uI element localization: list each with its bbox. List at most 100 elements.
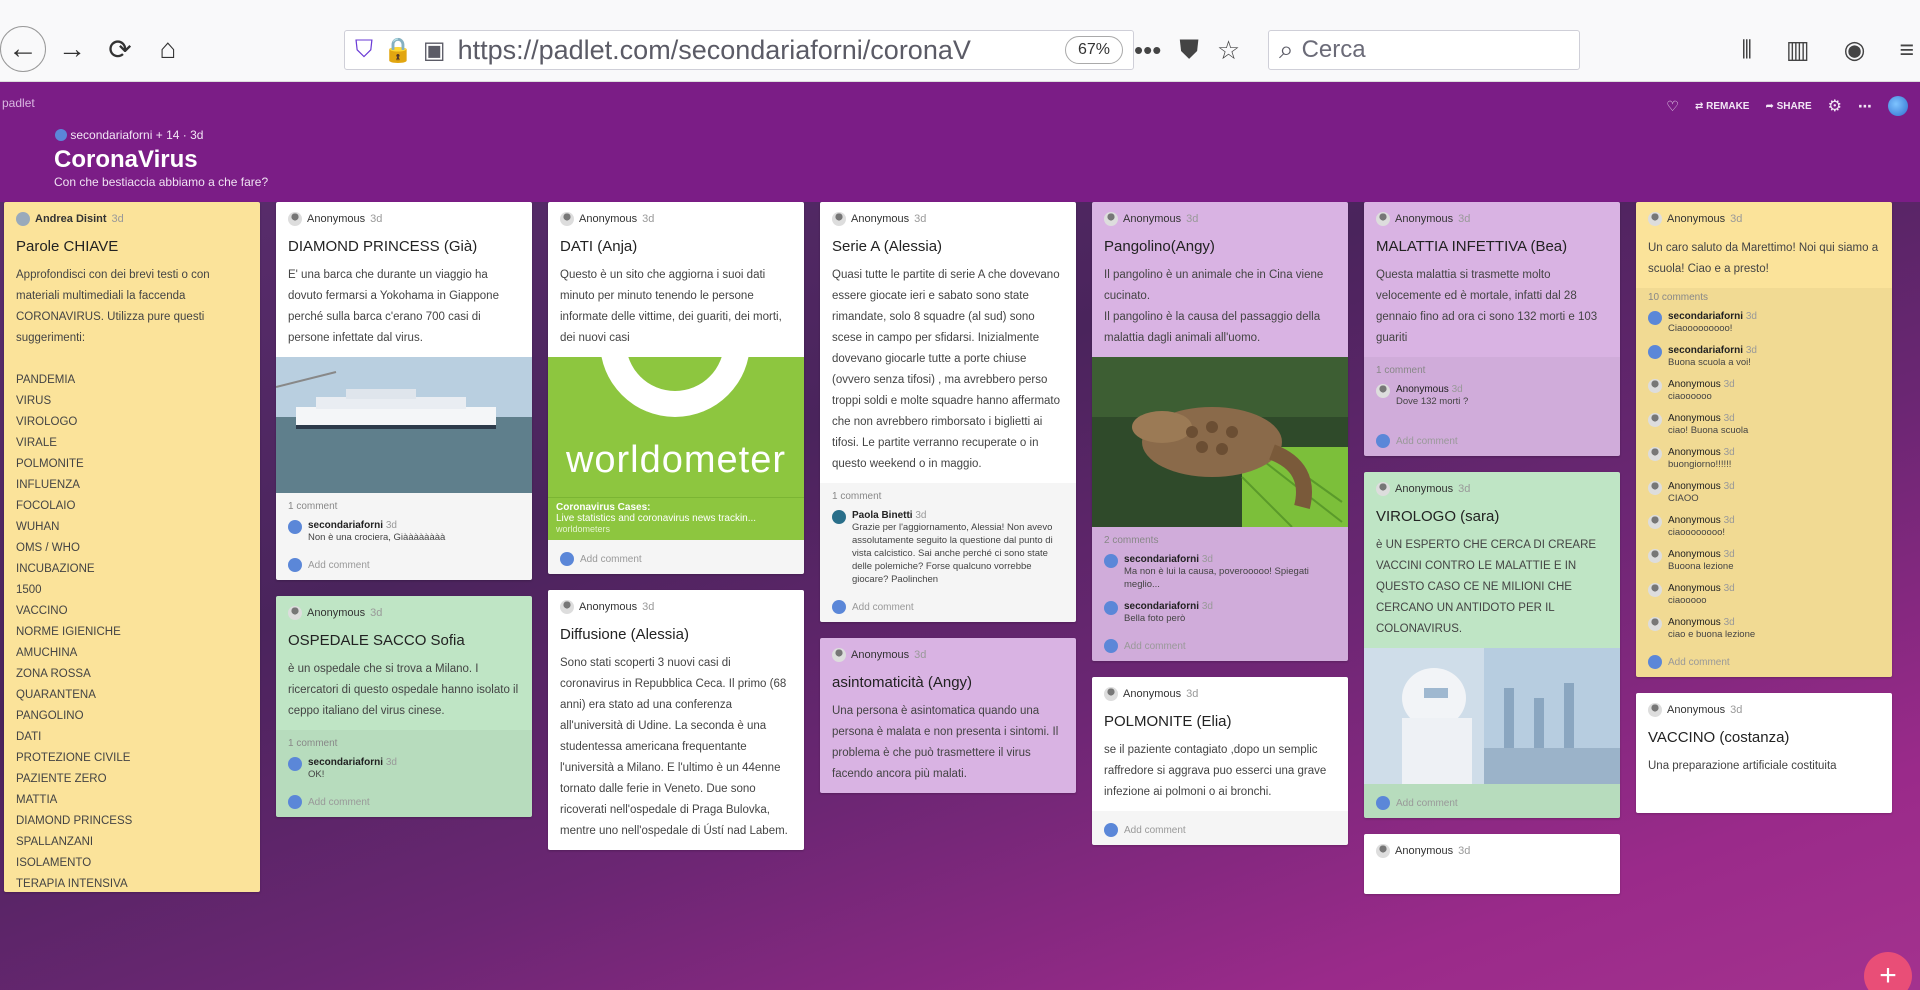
author-avatar [832, 212, 846, 226]
sidebar-icon[interactable]: ▥ [1786, 35, 1810, 65]
account-icon[interactable]: ◉ [1844, 35, 1866, 65]
post-author: Anonymous 3d [1104, 212, 1336, 226]
author-name: Andrea Disint [35, 213, 107, 225]
browser-toolbar: ← → ⟳ ⌂ ⛉ 🔒 ▣ https://padlet.com/seconda… [0, 0, 1920, 82]
add-comment-button[interactable]: Add comment [1104, 635, 1336, 653]
tracking-protection-icon[interactable]: ⛉ [355, 36, 373, 64]
comment: Anonymous 3d buongiorno!!!!!! [1648, 447, 1880, 471]
settings-gear-icon[interactable]: ⚙ [1828, 96, 1842, 116]
search-bar[interactable]: ⌕ Cerca [1268, 30, 1580, 70]
my-avatar [1376, 434, 1390, 448]
comment-text: OK! [308, 769, 325, 780]
library-icon[interactable]: ⫴ [1741, 36, 1752, 65]
commenter-name: secondariaforni [1668, 345, 1744, 356]
add-comment-button[interactable]: Add comment [1104, 819, 1336, 837]
laboratory-image[interactable] [1364, 648, 1620, 784]
comment-text: Dove 132 morti ? [1396, 396, 1469, 407]
column-3: Anonymous 3d DATI (Anja) Questo è un sito… [548, 202, 804, 866]
add-comment-button[interactable]: Add comment [560, 548, 792, 566]
user-avatar[interactable] [1888, 96, 1908, 116]
link-preview-caption[interactable]: Coronavirus Cases: Live statistics and c… [548, 497, 804, 540]
worldometer-preview[interactable]: worldometer [548, 357, 804, 497]
cruise-ship-image[interactable] [276, 357, 532, 493]
add-comment-button[interactable]: Add comment [288, 554, 520, 572]
more-icon[interactable]: ⋯ [1858, 98, 1872, 115]
post-time: 3d [1458, 213, 1471, 225]
back-button[interactable]: ← [0, 26, 46, 72]
comment-time: 3d [1723, 617, 1735, 628]
add-comment-button[interactable]: Add comment [832, 596, 1064, 614]
comment-text: Ciaooooooooo! [1668, 323, 1733, 334]
comment-text: ciao e buona lezione [1668, 629, 1756, 640]
commenter-name: Paola Binetti [852, 510, 913, 521]
pocket-icon[interactable]: ⛊ [1179, 34, 1199, 66]
post-diamond-princess[interactable]: Anonymous 3d DIAMOND PRINCESS (Già) E' un… [276, 202, 532, 580]
padlet-logo[interactable]: padlet [2, 96, 35, 110]
comment-count: 1 comment [288, 501, 338, 512]
author-avatar [1104, 212, 1118, 226]
comment-time: 3d [385, 520, 397, 531]
reload-button[interactable]: ⟳ [100, 29, 140, 69]
post-virologo[interactable]: Anonymous 3d VIROLOGO (sara) è UN ESPERTO… [1364, 472, 1620, 818]
add-comment-label: Add comment [580, 553, 642, 565]
add-comment-button[interactable]: Add comment [1376, 792, 1608, 810]
post-polmonite[interactable]: Anonymous 3d POLMONITE (Elia) se il pazie… [1092, 677, 1348, 845]
comment: Anonymous 3d Buoona lezione [1648, 549, 1880, 573]
post-parole-chiave[interactable]: Andrea Disint 3d Parole CHIAVE Approfondi… [4, 202, 260, 892]
post-ospedale-sacco[interactable]: Anonymous 3d OSPEDALE SACCO Sofia è un os… [276, 596, 532, 817]
zoom-indicator[interactable]: 67% [1065, 36, 1123, 64]
heart-icon[interactable]: ♡ [1666, 98, 1679, 115]
comments-section: 1 comment Anonymous 3d Dove 132 morti ? … [1364, 357, 1620, 456]
url-bar[interactable]: ⛉ 🔒 ▣ https://padlet.com/secondariaforni… [344, 30, 1134, 70]
comment-time: 3d [1723, 583, 1735, 594]
add-comment-button[interactable]: Add comment [288, 791, 520, 809]
comment-text: Buona scuola a voi! [1668, 357, 1751, 368]
commenter-avatar [1648, 617, 1662, 631]
menu-icon[interactable]: ≡ [1899, 36, 1914, 65]
bookmark-star-icon[interactable]: ☆ [1217, 35, 1240, 66]
url-text[interactable]: https://padlet.com/secondariaforni/coron… [458, 35, 1065, 66]
permissions-icon[interactable]: ▣ [423, 36, 446, 65]
comment-text: Bella foto però [1124, 613, 1186, 624]
page-actions-icon[interactable]: ••• [1134, 35, 1161, 66]
worldometer-logo-mark [600, 357, 750, 417]
comment-count: 1 comment [1376, 365, 1426, 376]
post-diffusione[interactable]: Anonymous 3d Diffusione (Alessia) Sono st… [548, 590, 804, 850]
remake-button[interactable]: ⇄ REMAKE [1695, 101, 1750, 112]
post-body: E' una barca che durante un viaggio ha d… [288, 269, 499, 344]
post-serie-a[interactable]: Anonymous 3d Serie A (Alessia) Quasi tutt… [820, 202, 1076, 622]
pangolin-image[interactable] [1092, 357, 1348, 527]
post-vaccino[interactable]: Anonymous 3d VACCINO (costanza) Una prepa… [1636, 693, 1892, 813]
post-pangolino[interactable]: Anonymous 3d Pangolino(Angy) Il pangolino… [1092, 202, 1348, 661]
post-time: 3d [1730, 704, 1743, 716]
post-saluto-marettimo[interactable]: Anonymous 3d Un caro saluto da Marettimo!… [1636, 202, 1892, 677]
commenter-avatar [1648, 481, 1662, 495]
home-button[interactable]: ⌂ [148, 29, 188, 69]
commenter-name: Anonymous [1668, 447, 1721, 458]
author-avatar [1376, 482, 1390, 496]
commenter-avatar [1648, 447, 1662, 461]
board-title: CoronaVirus [54, 146, 198, 173]
author-name: Anonymous [851, 213, 910, 225]
search-input[interactable]: Cerca [1302, 36, 1366, 64]
keyword-list: PANDEMIA VIRUS VIROLOGO VIRALE POLMONITE… [16, 374, 133, 890]
forward-button[interactable]: → [52, 29, 92, 69]
comment-time: 3d [1723, 379, 1735, 390]
post-dati[interactable]: Anonymous 3d DATI (Anja) Questo è un sito… [548, 202, 804, 574]
post-author: Anonymous 3d [1648, 703, 1880, 717]
post-body: se il paziente contagiato ,dopo un sempl… [1104, 744, 1327, 798]
commenter-avatar [288, 757, 302, 771]
add-comment-button[interactable]: Add comment [1376, 418, 1608, 448]
comment-time: 3d [1201, 601, 1213, 612]
post-anonymous[interactable]: Anonymous 3d [1364, 834, 1620, 894]
post-asintomaticita[interactable]: Anonymous 3d asintomaticità (Angy) Una pe… [820, 638, 1076, 793]
post-author: Anonymous 3d [560, 600, 792, 614]
comment-time: 3d [915, 510, 927, 521]
comment-time: 3d [1201, 554, 1213, 565]
post-malattia-infettiva[interactable]: Anonymous 3d MALATTIA INFETTIVA (Bea) Que… [1364, 202, 1620, 456]
add-comment-button[interactable]: Add comment [1648, 651, 1880, 669]
share-button[interactable]: ➦ SHARE [1765, 101, 1811, 112]
post-time: 3d [914, 213, 927, 225]
post-body: è un ospedale che si trova a Milano. I r… [288, 663, 519, 717]
lock-icon[interactable]: 🔒 [383, 36, 413, 65]
